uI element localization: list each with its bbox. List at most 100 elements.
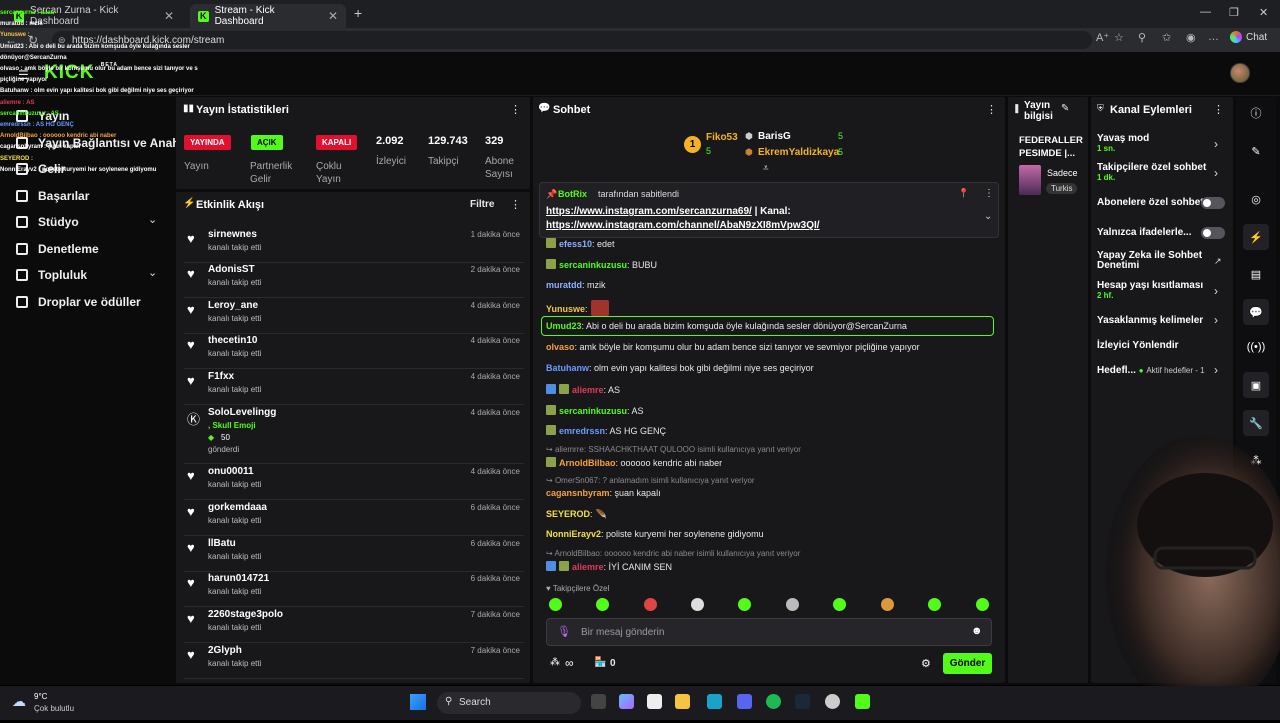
external-link-icon[interactable]: ↗: [1214, 256, 1222, 267]
file-explorer-icon[interactable]: [675, 694, 690, 709]
emote-icon[interactable]: [786, 598, 799, 611]
goals-setting[interactable]: Hedefl... ● Aktif hedefler - 1: [1097, 365, 1215, 376]
chat-message[interactable]: Umud23: Abi o deli bu arada bizim komşud…: [546, 321, 907, 331]
chat-username[interactable]: Umud23: [546, 321, 582, 331]
chat-message[interactable]: efess10: edet: [546, 238, 615, 249]
chevron-right-icon[interactable]: ›: [1214, 313, 1218, 327]
minimize-icon[interactable]: —: [1200, 6, 1211, 18]
url-field[interactable]: ⊜ https://dashboard.kick.com/stream: [52, 31, 1092, 49]
list-item[interactable]: ♥ 2Glyph kanalı takip etti 7 dakika önce: [184, 643, 524, 679]
browser-tab-2[interactable]: K Stream - Kick Dashboard ✕: [190, 4, 346, 28]
sidebar-item-studio[interactable]: Stüdyo: [16, 215, 166, 229]
unpin-icon[interactable]: 📍: [958, 188, 969, 199]
task-view-icon[interactable]: [591, 694, 606, 709]
activity-menu-icon[interactable]: ⋮: [510, 198, 521, 211]
discord-icon[interactable]: [737, 694, 752, 709]
chat-message[interactable]: SEYEROD: 🪶: [546, 509, 607, 520]
store-app-icon[interactable]: [647, 694, 662, 709]
stats-menu-icon[interactable]: ⋮: [510, 103, 521, 116]
refresh-icon[interactable]: ↻: [22, 33, 44, 47]
list-item[interactable]: ♥ thecetin10 kanalı takip etti 4 dakika önc…: [184, 333, 524, 369]
emote-icon[interactable]: [644, 598, 657, 611]
edit-icon[interactable]: ✎: [1061, 103, 1069, 114]
chat-username[interactable]: cagansnbyram: [546, 488, 610, 498]
chat-message[interactable]: ArnoldBilbao: oooooo kendric abi naber: [546, 457, 722, 468]
list-item[interactable]: ♥ AdonisST kanalı takip etti 2 dakika önce: [184, 262, 524, 298]
edge-icon[interactable]: [707, 694, 722, 709]
emote-icon[interactable]: [833, 598, 846, 611]
info-circle-icon[interactable]: ⓘ: [1243, 100, 1269, 126]
emote-icon[interactable]: [881, 598, 894, 611]
maximize-icon[interactable]: ❐: [1229, 6, 1239, 19]
send-button[interactable]: Gönder: [943, 653, 992, 674]
chevron-right-icon[interactable]: ›: [1214, 137, 1218, 151]
sidebar-item-key[interactable]: Yayın Bağlantısı ve Anahtarı: [16, 136, 198, 150]
chat-message[interactable]: Batuhanw: olm evin yapı kalitesi bok gib…: [546, 363, 814, 373]
menu-icon[interactable]: ☰: [18, 68, 29, 82]
list-item[interactable]: ♥ gorkemdaaa kanalı takip etti 6 dakika önc…: [184, 500, 524, 536]
kick-logo[interactable]: KICK BETA: [44, 62, 118, 84]
list-item[interactable]: ♥ harun014721 kanalı takip etti 6 dakika ön…: [184, 571, 524, 607]
emote-icon[interactable]: [738, 598, 751, 611]
pinned-link[interactable]: https://www.instagram.com/sercanzurna69/: [546, 206, 752, 217]
chat-username[interactable]: aliemre: [572, 385, 604, 395]
broadcast-icon[interactable]: ((•)): [1243, 334, 1269, 360]
chat-message[interactable]: Yunuswe:: [546, 300, 609, 316]
sidebar-item-achievements[interactable]: Başarılar: [16, 189, 89, 203]
emoji-icon[interactable]: ☻: [971, 625, 983, 637]
chat-message[interactable]: NonniErayv2: poliste kuryemi her soylene…: [546, 529, 764, 539]
leaderboard-name[interactable]: EkremYaldizkaya: [758, 147, 839, 158]
close-tab-icon[interactable]: ✕: [164, 9, 174, 23]
chat-message[interactable]: aliemre: İYİ CANIM SEN: [546, 561, 672, 572]
list-item[interactable]: ♥ 2260stage3polo kanalı takip etti 7 dakika…: [184, 607, 524, 643]
emote-icon[interactable]: [596, 598, 609, 611]
emote-only-toggle[interactable]: [1201, 227, 1225, 239]
sidebar-item-community[interactable]: Topluluk: [16, 268, 87, 282]
new-tab-button[interactable]: +: [354, 5, 362, 21]
emote-icon[interactable]: [691, 598, 704, 611]
subscriber-only-toggle[interactable]: [1201, 197, 1225, 209]
favorite-icon[interactable]: ☆: [1114, 31, 1124, 44]
chevron-right-icon[interactable]: ›: [1214, 363, 1218, 377]
pinned-menu-icon[interactable]: ⋮: [984, 188, 994, 199]
chat-message[interactable]: cagansnbyram: şuan kapalı: [546, 488, 661, 498]
list-item[interactable]: ♥ Leroy_ane kanalı takip etti 4 dakika önce: [184, 298, 524, 334]
chat-username[interactable]: aliemre: [572, 562, 604, 572]
taskbar-search[interactable]: ⚲ Search: [437, 692, 581, 714]
document-icon[interactable]: ▤: [1243, 261, 1269, 287]
emote-icon[interactable]: [928, 598, 941, 611]
list-item[interactable]: ♥ F1fxx kanalı takip etti 4 dakika önce: [184, 369, 524, 405]
wrench-icon[interactable]: 🔧: [1243, 410, 1269, 436]
chevron-down-icon[interactable]: ⌄: [148, 213, 157, 226]
chat-username[interactable]: sercaninkuzusu: [559, 260, 627, 270]
actions-menu-icon[interactable]: ⋮: [1213, 103, 1224, 116]
bolt-icon[interactable]: ⚡: [1243, 224, 1269, 250]
camera-icon[interactable]: ◎: [1243, 186, 1269, 212]
chat-menu-icon[interactable]: ⋮: [986, 103, 997, 116]
pinned-link[interactable]: https://www.instagram.com/channel/AbaN9z…: [546, 220, 820, 231]
chat-username[interactable]: muratdd: [546, 280, 582, 290]
chevron-right-icon[interactable]: ›: [1214, 284, 1218, 298]
chat-input[interactable]: 🎙 Bir mesaj gönderin ☻: [546, 618, 992, 646]
sidebar-item-revenue[interactable]: Gelir: [16, 162, 65, 176]
extensions-icon[interactable]: ⚲: [1138, 31, 1146, 44]
list-item[interactable]: ♥ sirnewnes kanalı takip etti 1 dakika önce: [184, 227, 524, 263]
weather-temp[interactable]: 9°C: [34, 692, 47, 701]
chat-message[interactable]: muratdd: mzik: [546, 280, 606, 290]
chat-username[interactable]: efess10: [559, 239, 592, 249]
chevron-down-icon[interactable]: ⌄: [148, 266, 157, 279]
steam-icon[interactable]: [795, 694, 810, 709]
sidebar-item-stream[interactable]: Yayın: [16, 109, 69, 123]
windows-start-icon[interactable]: [410, 694, 426, 710]
app-icon[interactable]: [825, 694, 840, 709]
users-icon[interactable]: ▣: [1243, 372, 1269, 398]
emote-icon[interactable]: [976, 598, 989, 611]
chat-username[interactable]: NonniErayv2: [546, 529, 601, 539]
chat-message[interactable]: sercaninkuzusu: BUBU: [546, 259, 657, 270]
back-icon[interactable]: ←: [0, 33, 22, 47]
chat-message[interactable]: sercaninkuzusu: AS: [546, 405, 644, 416]
copilot-app-icon[interactable]: [619, 694, 634, 709]
kick-app-icon[interactable]: [855, 694, 870, 709]
puzzle-icon[interactable]: ⁂: [1243, 447, 1269, 473]
points-icon[interactable]: ⁂: [550, 657, 560, 668]
